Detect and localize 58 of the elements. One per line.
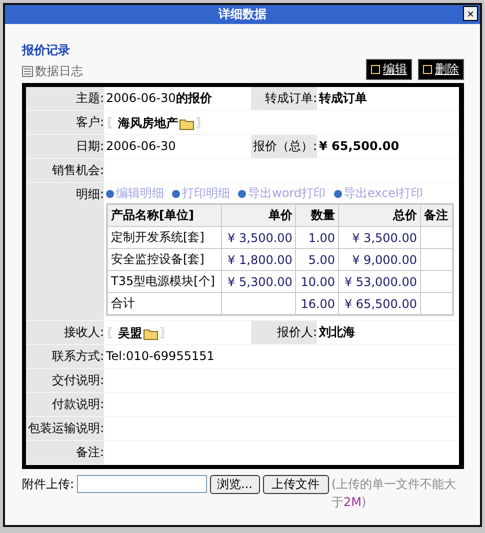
- bracket-mark: 〗: [160, 325, 172, 342]
- folder-icon: [143, 328, 159, 340]
- column-header: 数量: [296, 204, 339, 226]
- file-path-field[interactable]: [77, 475, 208, 493]
- close-button[interactable]: ×: [463, 6, 478, 21]
- field-label: 备注:: [26, 441, 104, 464]
- table-cell: T35型电源模块[个]: [111, 274, 215, 288]
- field-label: 转成订单:: [251, 87, 317, 110]
- field-label: 交付说明:: [26, 369, 104, 392]
- table-cell: ¥ 65,500.00: [344, 296, 417, 310]
- field-value: Tel:010-69955151: [106, 349, 214, 364]
- folder-icon: [179, 118, 195, 130]
- field-label: 报价（总）:: [251, 135, 317, 158]
- record-link[interactable]: 〖海风房地产: [106, 116, 178, 131]
- table-cell: 1.00: [308, 230, 336, 244]
- bracket-mark: 〗: [196, 115, 208, 132]
- table-cell: 16.00: [300, 296, 336, 310]
- column-header: 产品名称[单位]: [107, 204, 222, 226]
- section-title: 报价记录: [22, 42, 71, 59]
- table-cell: 5.00: [308, 252, 336, 266]
- table-cell: 定制开发系统[套]: [111, 230, 204, 244]
- field-label: 接收人:: [26, 321, 104, 344]
- field-label: 明细:: [26, 183, 104, 320]
- column-header: 备注: [420, 204, 453, 226]
- field-label: 主题:: [26, 87, 104, 110]
- field-label: 日期:: [26, 135, 104, 158]
- field-value: 刘北海: [319, 325, 355, 339]
- table-cell: ¥ 5,300.00: [228, 274, 292, 288]
- record-link[interactable]: 〖吴盟: [106, 326, 142, 341]
- field-label: 客户:: [26, 111, 104, 134]
- upload-button[interactable]: 上传文件: [262, 475, 328, 494]
- field-label: 销售机会:: [26, 159, 104, 182]
- document-icon: [22, 66, 33, 77]
- field-value: 2006-06-30: [106, 139, 176, 154]
- field-label: 报价人:: [251, 321, 317, 344]
- table-cell: ¥ 1,800.00: [228, 252, 292, 266]
- table-cell: ¥ 3,500.00: [228, 230, 292, 244]
- field-value: ¥ 65,500.00: [319, 139, 400, 153]
- table-cell: ¥ 9,000.00: [352, 252, 417, 266]
- window-title: 详细数据: [218, 6, 266, 23]
- column-header: 单价: [222, 204, 296, 226]
- table-cell: ¥ 53,000.00: [344, 274, 417, 288]
- browse-button[interactable]: 浏览...: [210, 475, 260, 494]
- field-label: 联系方式:: [26, 345, 104, 368]
- action-button[interactable]: 删除: [418, 59, 464, 80]
- table-cell: ¥ 3,500.00: [352, 230, 417, 244]
- data-log-link[interactable]: 数据日志: [35, 63, 83, 80]
- upload-label: 附件上传:: [22, 476, 74, 493]
- upload-hint: (上传的单一文件不能大于2M): [332, 476, 458, 511]
- field-value: 转成订单: [319, 91, 367, 105]
- column-header: 总价: [338, 204, 420, 226]
- table-cell: 合计: [111, 296, 135, 310]
- table-cell: 10.00: [300, 274, 336, 288]
- field-label: 付款说明:: [26, 393, 104, 416]
- field-value: 2006-06-30的报价: [106, 91, 212, 106]
- field-label: 包装运输说明:: [26, 417, 104, 440]
- action-button[interactable]: 编辑: [366, 59, 412, 80]
- table-cell: 安全监控设备[套]: [111, 252, 204, 266]
